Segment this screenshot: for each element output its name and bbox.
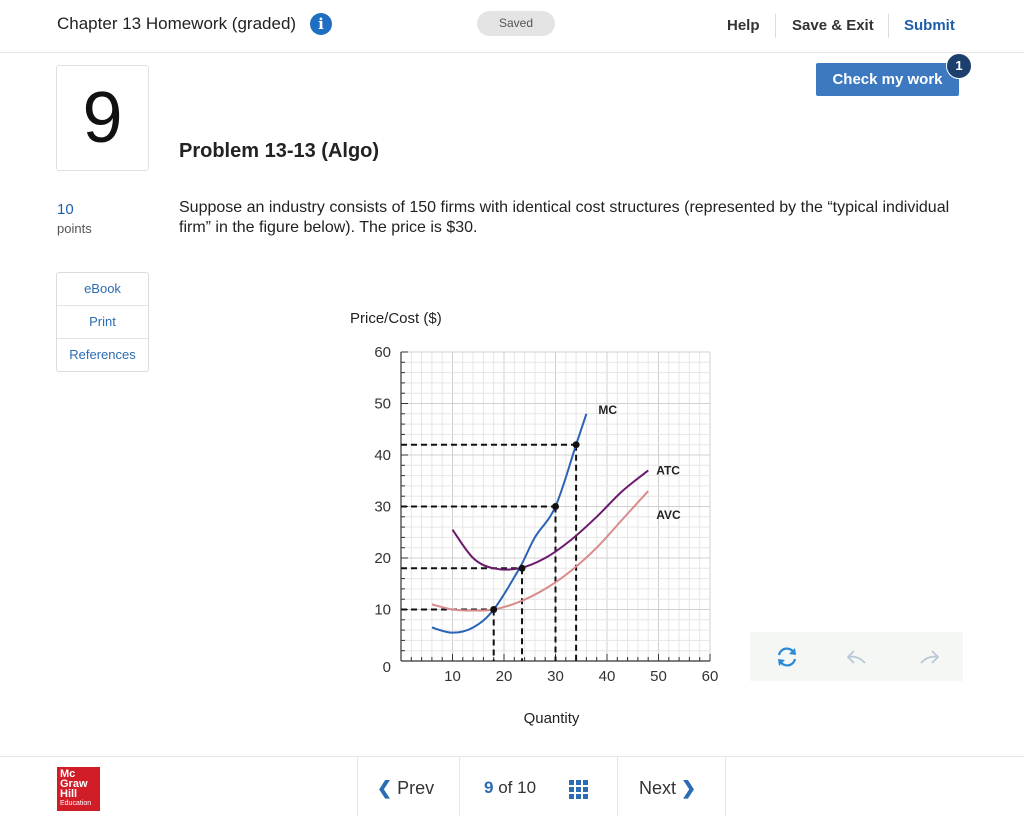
y-tick-label: 10 bbox=[374, 602, 391, 619]
data-point[interactable] bbox=[552, 503, 559, 510]
y-tick-label: 30 bbox=[374, 499, 391, 516]
y-axis-label: Price/Cost ($) bbox=[350, 310, 442, 327]
x-tick-label: 60 bbox=[702, 668, 719, 685]
total-pages: 10 bbox=[517, 778, 537, 797]
x-tick-label: 40 bbox=[599, 668, 616, 685]
y-tick-label: 40 bbox=[374, 447, 391, 464]
data-point[interactable] bbox=[490, 606, 498, 613]
prev-button[interactable]: ❮ Prev bbox=[377, 778, 434, 799]
y-tick-label: 20 bbox=[374, 550, 391, 567]
refresh-icon[interactable] bbox=[774, 644, 800, 670]
chart-guides bbox=[401, 443, 578, 661]
x-tick-label: 30 bbox=[547, 668, 564, 685]
series-label: ATC bbox=[656, 463, 680, 477]
data-point[interactable] bbox=[518, 564, 526, 572]
divider bbox=[617, 757, 618, 816]
divider bbox=[357, 757, 358, 816]
mc-curve[interactable] bbox=[431, 413, 588, 634]
series-label: MC bbox=[598, 403, 617, 417]
x-tick-label: 10 bbox=[444, 668, 461, 685]
atc-curve[interactable] bbox=[451, 469, 649, 571]
origin-label: 0 bbox=[383, 659, 391, 676]
chevron-right-icon: ❯ bbox=[681, 778, 697, 798]
chart-curves bbox=[431, 413, 649, 634]
x-tick-label: 20 bbox=[496, 668, 513, 685]
graph-tools-panel bbox=[750, 632, 963, 681]
undo-icon[interactable] bbox=[844, 644, 870, 670]
current-page: 9 bbox=[484, 778, 494, 797]
prev-label: Prev bbox=[397, 778, 435, 798]
y-tick-label: 50 bbox=[374, 396, 391, 413]
divider bbox=[459, 757, 460, 816]
redo-icon[interactable] bbox=[916, 644, 942, 670]
avc-curve[interactable] bbox=[431, 490, 649, 612]
series-label: AVC bbox=[656, 508, 681, 522]
next-label: Next bbox=[639, 778, 677, 798]
divider bbox=[725, 757, 726, 816]
y-tick-label: 60 bbox=[374, 344, 391, 361]
of-label: of bbox=[498, 778, 513, 797]
next-button[interactable]: Next ❯ bbox=[639, 778, 696, 799]
page-indicator: 9 of 10 bbox=[484, 778, 536, 798]
mcgraw-hill-logo: Mc Graw Hill Education bbox=[57, 767, 100, 811]
chevron-left-icon: ❮ bbox=[377, 778, 393, 798]
footer-nav: Mc Graw Hill Education ❮ Prev 9 of 10 Ne… bbox=[0, 756, 1024, 816]
cost-curves-chart[interactable]: 10 20 30 40 50 60 10 20 30 40 50 60 0 Price/Cost ($) Q… bbox=[0, 0, 1024, 815]
data-point[interactable] bbox=[572, 441, 580, 449]
grid-icon[interactable] bbox=[569, 780, 589, 800]
x-axis-label: Quantity bbox=[524, 710, 580, 727]
x-tick-label: 50 bbox=[650, 668, 667, 685]
